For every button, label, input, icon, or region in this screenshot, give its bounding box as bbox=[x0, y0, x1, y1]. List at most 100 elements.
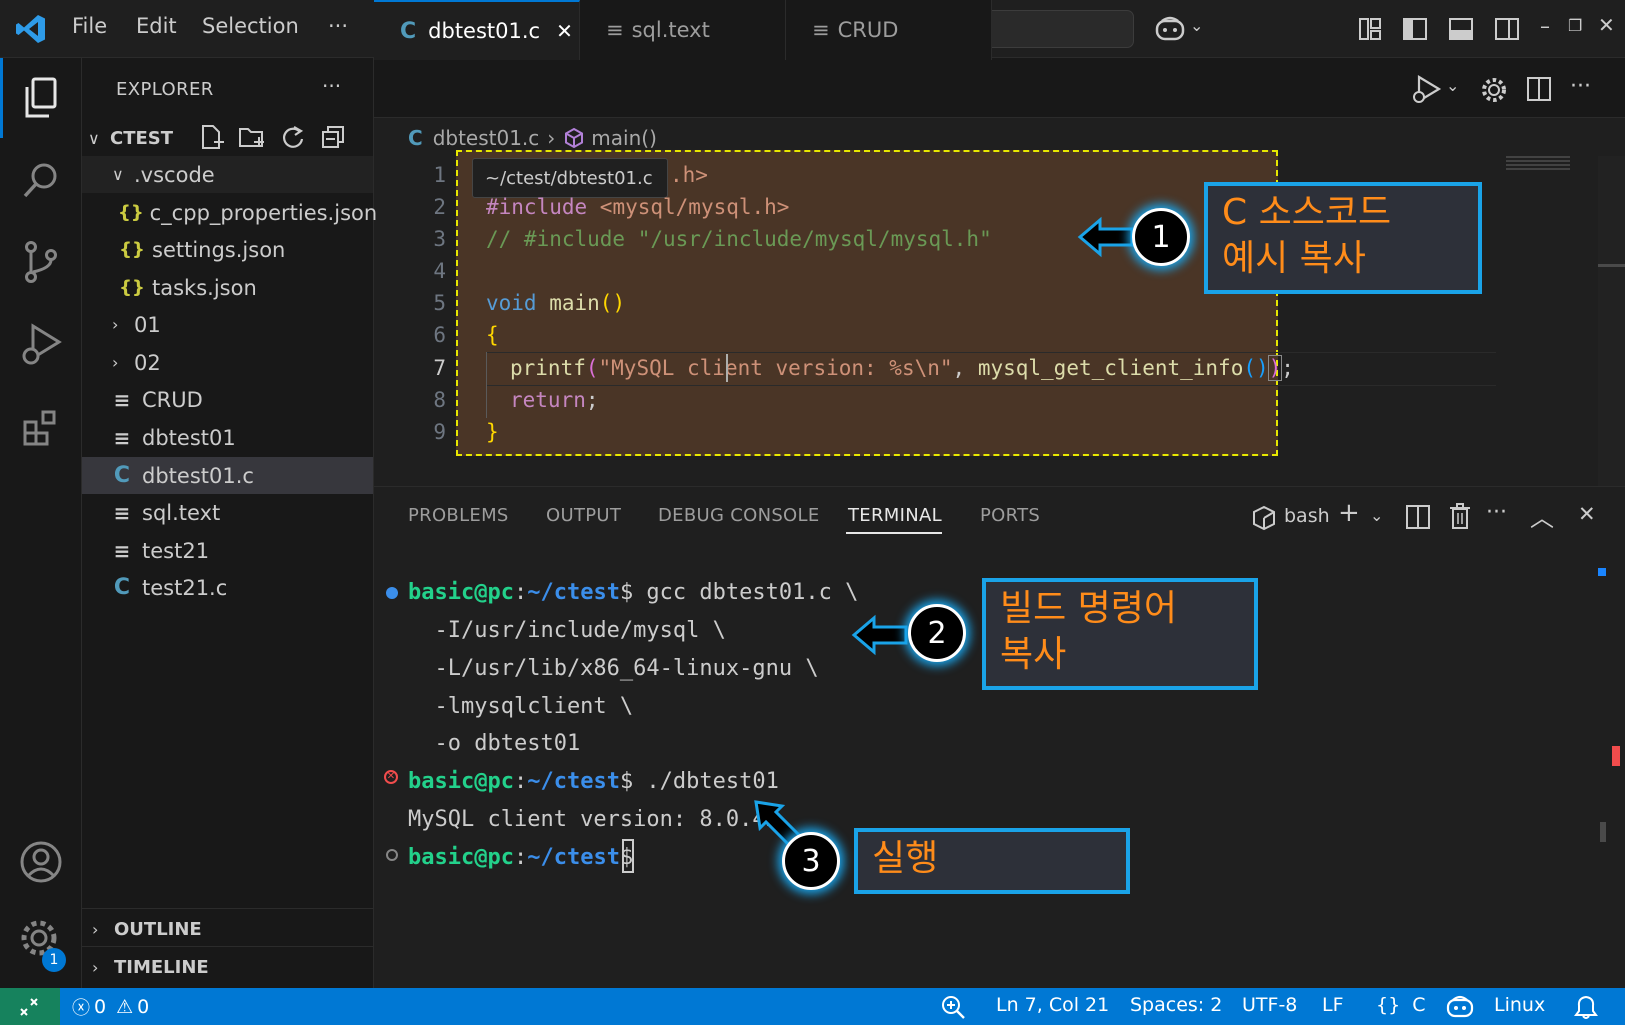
explorer-header: EXPLORER bbox=[116, 79, 214, 100]
extensions-icon[interactable] bbox=[0, 398, 82, 458]
maximize-panel-icon[interactable]: ︿ bbox=[1530, 498, 1554, 533]
more-actions-icon[interactable]: ··· bbox=[1486, 500, 1507, 525]
scrollbar-marker bbox=[1598, 568, 1606, 576]
split-editor-icon[interactable] bbox=[1526, 76, 1552, 102]
terminal-scrollbar[interactable] bbox=[1600, 822, 1606, 842]
menu-file[interactable]: File bbox=[72, 14, 107, 38]
shell-name[interactable]: bash bbox=[1284, 505, 1330, 527]
collapse-all-icon[interactable] bbox=[320, 124, 346, 150]
tree-item-label: CRUD bbox=[142, 387, 203, 412]
refresh-icon[interactable] bbox=[280, 124, 306, 150]
customize-layout-icon[interactable] bbox=[1358, 17, 1382, 41]
annotation-callout-3: 실행 bbox=[854, 828, 1130, 894]
tab-debug-console[interactable]: DEBUG CONSOLE bbox=[658, 505, 820, 526]
new-file-icon[interactable] bbox=[200, 124, 224, 150]
new-folder-icon[interactable] bbox=[238, 124, 266, 150]
breadcrumb-separator-icon: › bbox=[547, 126, 556, 150]
problems-status[interactable]: ⓧ 0 ⚠ 0 bbox=[72, 994, 149, 1020]
tab-dbtest01-c[interactable]: C dbtest01.c ✕ bbox=[374, 0, 580, 60]
timeline-section[interactable]: › TIMELINE bbox=[92, 950, 209, 984]
tree-folder-01[interactable]: › 01 bbox=[82, 306, 373, 343]
project-header[interactable]: ∨ CTEST bbox=[88, 120, 173, 156]
annotation-badge-2: 2 bbox=[908, 604, 966, 662]
new-terminal-icon[interactable]: + bbox=[1338, 498, 1360, 528]
code-line-8: return; bbox=[510, 388, 599, 412]
toggle-secondary-sidebar-icon[interactable] bbox=[1494, 17, 1520, 41]
tree-file-test21[interactable]: ≡ test21 bbox=[82, 532, 373, 569]
indentation[interactable]: Spaces: 2 bbox=[1130, 994, 1222, 1016]
toggle-panel-icon[interactable] bbox=[1448, 17, 1474, 41]
tree-file-dbtest01-c[interactable]: C dbtest01.c bbox=[82, 457, 373, 494]
cursor-position[interactable]: Ln 7, Col 21 bbox=[996, 994, 1109, 1016]
manage-gear-icon[interactable] bbox=[0, 910, 82, 970]
editor-scrollbar[interactable] bbox=[1598, 156, 1625, 486]
minimap[interactable] bbox=[1506, 156, 1570, 172]
toggle-sidebar-icon[interactable] bbox=[1402, 17, 1428, 41]
tab-label: CRUD bbox=[837, 18, 899, 42]
trash-icon[interactable] bbox=[1448, 502, 1472, 530]
close-panel-icon[interactable]: ✕ bbox=[1578, 502, 1596, 526]
tree-file-dbtest01[interactable]: ≡ dbtest01 bbox=[82, 419, 373, 456]
zoom-icon[interactable] bbox=[940, 994, 966, 1020]
menu-edit[interactable]: Edit bbox=[136, 14, 177, 38]
notifications-bell-icon[interactable] bbox=[1574, 994, 1598, 1020]
text-file-icon: ≡ bbox=[113, 500, 131, 525]
tab-crud[interactable]: ≡ CRUD bbox=[786, 0, 992, 60]
terminal-line-prompt[interactable]: basic@pc:~/ctest$ bbox=[408, 845, 633, 870]
chevron-down-icon[interactable]: ⌄ bbox=[1190, 16, 1203, 35]
menu-selection[interactable]: Selection bbox=[202, 14, 299, 38]
outline-section[interactable]: › OUTLINE bbox=[92, 912, 202, 946]
menu-more[interactable]: ··· bbox=[328, 14, 348, 38]
tab-terminal[interactable]: TERMINAL bbox=[848, 505, 942, 526]
terminal-output: MySQL client version: 8.0.42 bbox=[408, 807, 779, 832]
chevron-right-icon: › bbox=[112, 353, 119, 372]
tree-file-c-cpp-properties[interactable]: {} c_cpp_properties.json bbox=[82, 194, 377, 231]
tree-file-settings[interactable]: {} settings.json bbox=[82, 231, 373, 268]
explorer-more-button[interactable]: ··· bbox=[322, 74, 341, 98]
os-indicator[interactable]: Linux bbox=[1494, 994, 1545, 1016]
tree-file-crud[interactable]: ≡ CRUD bbox=[82, 381, 373, 418]
explorer-icon[interactable] bbox=[0, 68, 82, 128]
breadcrumb-file[interactable]: dbtest01.c bbox=[433, 126, 540, 150]
language-mode[interactable]: {} C bbox=[1376, 994, 1425, 1016]
chevron-down-icon[interactable]: ⌄ bbox=[1446, 76, 1459, 95]
encoding[interactable]: UTF-8 bbox=[1242, 994, 1297, 1016]
tab-ports[interactable]: PORTS bbox=[980, 505, 1040, 526]
restore-icon[interactable]: ❐ bbox=[1568, 16, 1582, 35]
terminal-line-2: -I/usr/include/mysql \ bbox=[408, 618, 726, 643]
terminal-line-1: basic@pc:~/ctest$ gcc dbtest01.c \ bbox=[408, 580, 859, 605]
copilot-icon[interactable] bbox=[1154, 15, 1186, 43]
line-number: 5 bbox=[433, 291, 446, 315]
warning-count: 0 bbox=[137, 996, 150, 1018]
run-debug-file-icon[interactable] bbox=[1410, 74, 1444, 104]
line-number: 9 bbox=[433, 420, 446, 444]
tab-problems[interactable]: PROBLEMS bbox=[408, 505, 509, 526]
close-tab-icon[interactable]: ✕ bbox=[556, 19, 573, 43]
minimize-icon[interactable]: – bbox=[1540, 14, 1550, 38]
breadcrumb-symbol[interactable]: main() bbox=[591, 126, 657, 150]
line-ending[interactable]: LF bbox=[1322, 994, 1344, 1016]
tab-label: sql.text bbox=[631, 18, 710, 42]
split-terminal-icon[interactable] bbox=[1405, 504, 1431, 530]
more-actions-icon[interactable]: ··· bbox=[1570, 74, 1591, 99]
settings-gear-icon[interactable] bbox=[1480, 76, 1508, 104]
tree-file-test21-c[interactable]: C test21.c bbox=[82, 569, 373, 606]
tree-file-sql-text[interactable]: ≡ sql.text bbox=[82, 494, 373, 531]
tree-file-tasks[interactable]: {} tasks.json bbox=[82, 269, 373, 306]
run-debug-icon[interactable] bbox=[0, 314, 82, 374]
annotation-callout-1: C 소스코드 예시 복사 bbox=[1204, 182, 1482, 294]
source-control-icon[interactable] bbox=[0, 232, 82, 292]
line-number: 4 bbox=[433, 259, 446, 283]
tab-output[interactable]: OUTPUT bbox=[546, 505, 621, 526]
project-name: CTEST bbox=[110, 127, 174, 149]
tree-folder-vscode[interactable]: ∨ .vscode bbox=[82, 156, 373, 193]
tree-folder-02[interactable]: › 02 bbox=[82, 344, 373, 381]
remote-indicator[interactable] bbox=[0, 988, 60, 1025]
text-cursor bbox=[726, 354, 728, 382]
copilot-status-icon[interactable] bbox=[1446, 994, 1474, 1020]
chevron-down-icon[interactable]: ⌄ bbox=[1370, 506, 1383, 525]
account-icon[interactable] bbox=[0, 832, 82, 892]
close-window-icon[interactable]: ✕ bbox=[1598, 13, 1615, 37]
tab-sql-text[interactable]: ≡ sql.text bbox=[580, 0, 786, 60]
search-activity-icon[interactable] bbox=[0, 150, 82, 210]
